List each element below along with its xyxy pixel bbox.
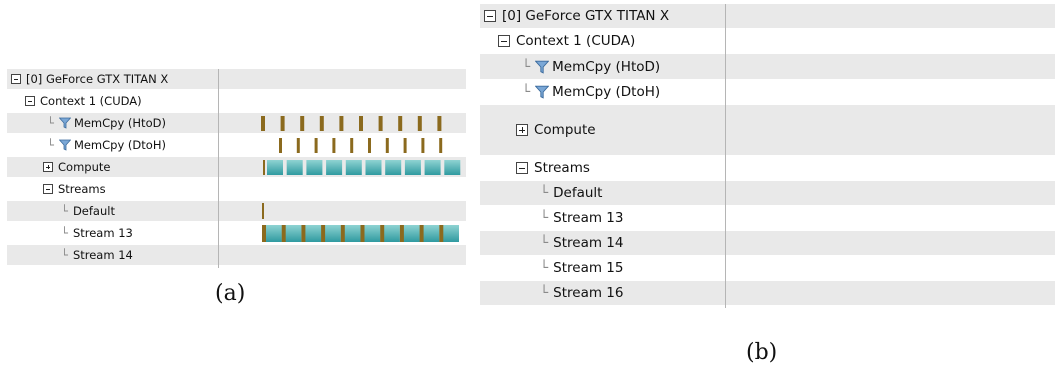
memcpy-bar[interactable]	[421, 138, 425, 153]
memcpy-bar[interactable]	[263, 160, 265, 175]
kernel-bar[interactable]	[404, 160, 421, 175]
caption-b: (b)	[746, 340, 778, 365]
memcpy-bar[interactable]	[419, 225, 424, 242]
memcpy-bar[interactable]	[380, 225, 385, 242]
memcpy-bar[interactable]	[319, 116, 324, 131]
memcpy-bar[interactable]	[385, 138, 389, 153]
memcpy-bar[interactable]	[296, 138, 300, 153]
timeline-panel-a: [0] GeForce GTX TITAN X Context 1 (CUDA) └…	[7, 69, 466, 268]
memcpy-bar[interactable]	[399, 225, 404, 242]
memcpy-bar[interactable]	[437, 116, 442, 131]
memcpy-bar[interactable]	[368, 138, 371, 153]
kernel-bar[interactable]	[267, 160, 283, 175]
memcpy-bar[interactable]	[281, 225, 286, 242]
memcpy-bar[interactable]	[280, 116, 285, 131]
memcpy-bar[interactable]	[321, 225, 326, 242]
kernel-bar[interactable]	[444, 160, 461, 175]
kernel-bar[interactable]	[345, 160, 362, 175]
memcpy-bar[interactable]	[339, 116, 344, 131]
memcpy-bar[interactable]	[439, 225, 444, 242]
kernel-bar[interactable]	[424, 160, 441, 175]
caption-a: (a)	[215, 281, 246, 306]
memcpy-bar[interactable]	[262, 203, 264, 219]
memcpy-bar[interactable]	[301, 225, 306, 242]
kernel-bar[interactable]	[306, 160, 323, 175]
timeline-tracks	[480, 4, 1055, 308]
timeline-panel-b: [0] GeForce GTX TITAN X Context 1 (CUDA) └…	[480, 4, 1055, 308]
memcpy-bar[interactable]	[261, 116, 265, 131]
memcpy-bar[interactable]	[360, 225, 365, 242]
memcpy-bar[interactable]	[403, 138, 407, 153]
memcpy-bar[interactable]	[398, 116, 403, 131]
memcpy-bar[interactable]	[340, 225, 345, 242]
memcpy-bar[interactable]	[314, 138, 318, 153]
memcpy-bar[interactable]	[417, 116, 422, 131]
memcpy-bar[interactable]	[300, 116, 305, 131]
memcpy-bar[interactable]	[332, 138, 336, 153]
memcpy-bar[interactable]	[350, 138, 354, 153]
timeline-tracks	[261, 116, 461, 242]
kernel-bar[interactable]	[326, 160, 343, 175]
kernel-bar[interactable]	[365, 160, 382, 175]
memcpy-bar[interactable]	[378, 116, 383, 131]
memcpy-bar[interactable]	[359, 116, 363, 131]
kernel-bar[interactable]	[286, 160, 303, 175]
kernel-bar[interactable]	[385, 160, 402, 175]
memcpy-bar[interactable]	[262, 225, 266, 242]
memcpy-bar[interactable]	[439, 138, 443, 153]
memcpy-bar[interactable]	[279, 138, 282, 153]
